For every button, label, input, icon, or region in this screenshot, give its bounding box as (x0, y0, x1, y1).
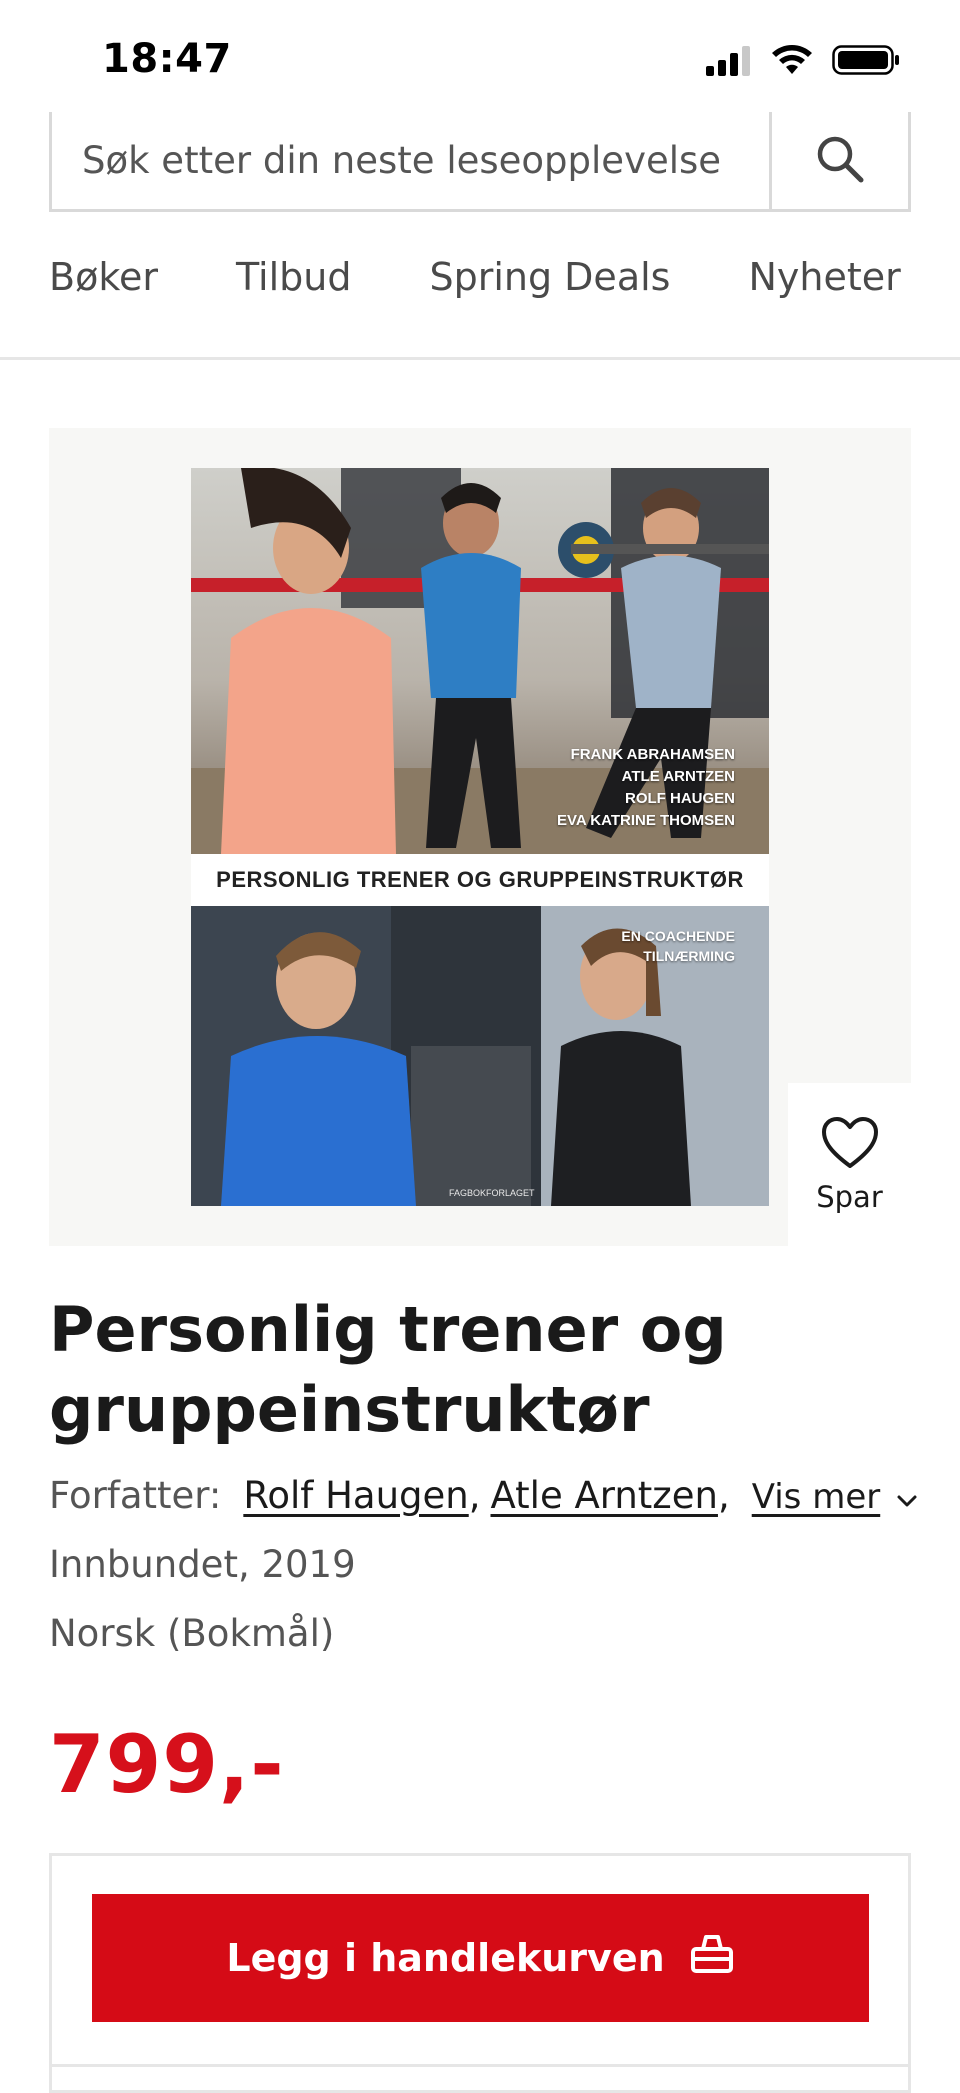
cover-author: FRANK ABRAHAMSEN (570, 746, 735, 763)
product-image-panel: FRANK ABRAHAMSEN ATLE ARNTZEN ROLF HAUGE… (49, 428, 911, 1246)
cover-subtitle-line: EN COACHENDE (621, 928, 735, 944)
status-icons (704, 44, 900, 80)
author-link-rolf-haugen[interactable]: Rolf Haugen (243, 1474, 468, 1517)
format-info: Innbundet, 2019 (49, 1543, 356, 1586)
nav-item-spring-deals[interactable]: Spring Deals (429, 255, 670, 315)
cart-panel-divider (52, 2064, 908, 2067)
cover-publisher: FAGBOKFORLAGET (449, 1188, 535, 1198)
wifi-icon (770, 44, 814, 80)
nav-item-tilbud[interactable]: Tilbud (236, 255, 351, 315)
status-bar: 18:47 (0, 0, 960, 120)
search-button[interactable] (769, 112, 908, 209)
add-to-cart-button[interactable]: Legg i handlekurven (92, 1894, 869, 2022)
book-cover[interactable]: FRANK ABRAHAMSEN ATLE ARNTZEN ROLF HAUGE… (191, 468, 769, 1206)
save-label: Spar (816, 1179, 883, 1214)
price: 799,- (49, 1718, 285, 1811)
language-info: Norsk (Bokmål) (49, 1612, 335, 1655)
cover-subtitle: EN COACHENDE TILNÆRMING (621, 926, 735, 966)
show-more-authors-link[interactable]: Vis mer (752, 1477, 881, 1517)
cover-author: ROLF HAUGEN (625, 790, 735, 807)
cover-author: ATLE ARNTZEN (621, 768, 735, 785)
save-button[interactable]: Spar (788, 1083, 911, 1246)
add-to-cart-label: Legg i handlekurven (226, 1936, 665, 1980)
status-time: 18:47 (102, 36, 232, 82)
battery-icon (832, 44, 900, 80)
nav-item-boker[interactable]: Bøker (49, 255, 158, 315)
author-label: Forfatter: (49, 1474, 222, 1517)
cover-author: EVA KATRINE THOMSEN (556, 812, 735, 829)
search-icon (815, 134, 865, 188)
cart-panel: Legg i handlekurven (49, 1853, 911, 2093)
nav-item-nyheter[interactable]: Nyheter (748, 255, 900, 315)
cover-subtitle-line: TILNÆRMING (643, 948, 735, 964)
nav-divider (0, 357, 960, 360)
cover-authors: FRANK ABRAHAMSEN ATLE ARNTZEN ROLF HAUGE… (557, 744, 735, 832)
product-title: Personlig trener og gruppeinstruktør (49, 1293, 727, 1446)
search-input[interactable] (52, 112, 769, 209)
signal-icon (704, 44, 752, 80)
category-nav: Bøker Tilbud Spring Deals Nyheter (49, 255, 960, 315)
heart-icon (821, 1116, 879, 1174)
chevron-down-icon[interactable] (896, 1474, 918, 1517)
basket-icon (689, 1933, 735, 1984)
search-bar (49, 112, 911, 212)
author-row: Forfatter: Rolf Haugen , Atle Arntzen , … (49, 1474, 918, 1517)
author-link-atle-arntzen[interactable]: Atle Arntzen (491, 1474, 718, 1517)
cover-title: PERSONLIG TRENER OG GRUPPEINSTRUKTØR (191, 854, 769, 906)
